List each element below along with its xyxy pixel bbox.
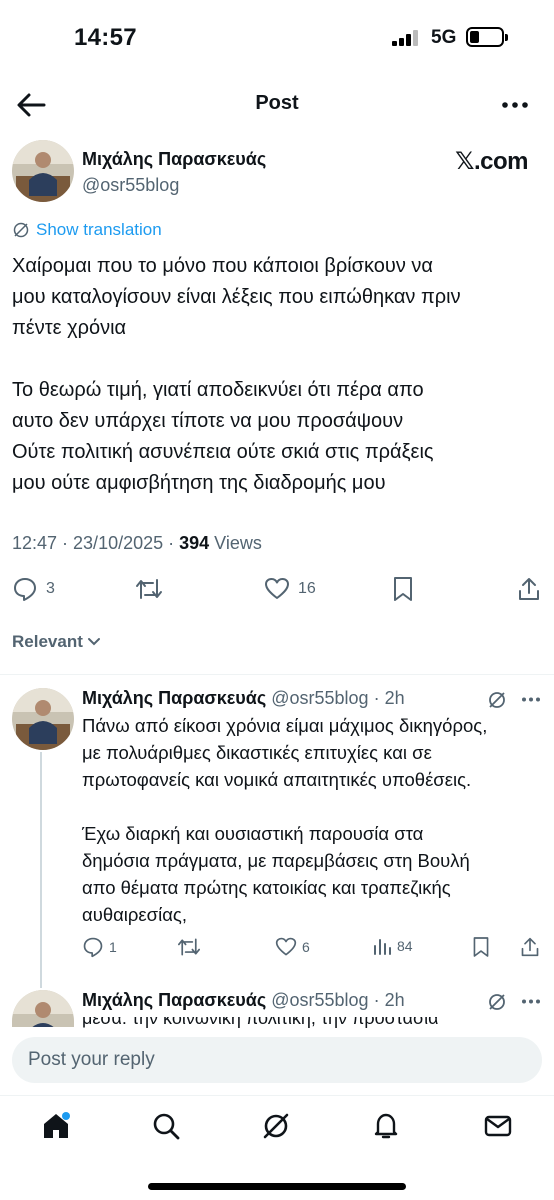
reply-author[interactable]: Μιχάλης Παρασκευάς — [82, 990, 266, 1010]
reply-line — [82, 793, 542, 820]
repost-button[interactable] — [176, 936, 202, 958]
reply-button[interactable]: 1 — [82, 936, 117, 958]
grok-icon[interactable] — [487, 992, 507, 1012]
reply-line: πρωτοφανείς και νομικά απαιτητικές υποθέ… — [82, 769, 472, 790]
reply-count: 1 — [109, 939, 117, 955]
page-title: Post — [255, 92, 299, 114]
home-indicator — [148, 1183, 406, 1190]
messages-icon[interactable] — [482, 1110, 514, 1142]
reply-handle[interactable]: @osr55blog — [271, 990, 368, 1010]
sort-label: Relevant — [12, 632, 83, 651]
like-icon — [275, 937, 297, 956]
post-line: μου καταλογίσουν είναι λέξεις που ειπώθη… — [12, 286, 461, 308]
post-text: Χαίρομαι που το μόνο που κάποιοι βρίσκου… — [12, 251, 542, 499]
notifications-icon[interactable] — [370, 1110, 402, 1142]
post-line: αυτο δεν υπάρχει τίποτε να μου προσάψουν — [12, 410, 404, 432]
share-icon — [519, 578, 539, 600]
grok-icon[interactable] — [260, 1110, 292, 1142]
reply-line: αυθαιρεσίας, — [82, 904, 187, 925]
status-time: 14:57 — [74, 24, 137, 51]
chevron-down-icon — [87, 638, 100, 646]
post-line: Το θεωρώ τιμή, γιατί αποδεικνύει ότι πέρ… — [12, 379, 424, 401]
like-count: 16 — [298, 580, 316, 597]
share-button[interactable] — [520, 936, 540, 958]
reply-actions: 1 6 84 — [0, 934, 554, 962]
reply-header: Μιχάλης Παρασκευάς @osr55blog · 2h — [82, 688, 405, 709]
reply-line: με πολυάριθμες δικαστικές επιτυχίες και … — [82, 742, 432, 763]
post-line — [12, 344, 542, 375]
post-timestamp[interactable]: 12:47 · 23/10/2025 · — [12, 533, 179, 553]
share-icon — [521, 937, 539, 957]
show-translation-link[interactable]: Show translation — [12, 220, 162, 240]
reply-time[interactable]: · 2h — [374, 688, 405, 708]
bookmark-button[interactable] — [392, 576, 414, 602]
reply-header: Μιχάλης Παρασκευάς @osr55blog · 2h — [82, 990, 405, 1011]
reply-line: Έχω διαρκή και ουσιαστική παρουσία στα — [82, 823, 424, 844]
avatar[interactable] — [12, 990, 74, 1027]
avatar[interactable] — [12, 688, 74, 750]
post-actions: 3 16 — [0, 574, 554, 604]
repost-button[interactable] — [134, 576, 164, 602]
post-line: Χαίρομαι που το μόνο που κάποιοι βρίσκου… — [12, 255, 433, 277]
bookmark-icon — [394, 577, 412, 601]
like-button[interactable]: 16 — [264, 576, 316, 602]
post-line: Ούτε πολιτική ασυνέπεια ούτε σκιά στις π… — [12, 441, 434, 463]
reply-line: απο θέματα πρώτης κατοικίας και τραπεζικ… — [82, 877, 451, 898]
like-button[interactable]: 6 — [275, 936, 310, 958]
views-button[interactable]: 84 — [372, 936, 413, 956]
reply-text: Πάνω από είκοσι χρόνια είμαι μάχιμος δικ… — [82, 712, 542, 928]
network-label: 5G — [431, 27, 457, 48]
grok-icon[interactable] — [487, 690, 507, 710]
reply-button[interactable]: 3 — [12, 576, 55, 602]
more-icon[interactable] — [522, 697, 540, 702]
home-icon[interactable] — [40, 1110, 72, 1142]
signal-icon — [392, 30, 422, 46]
repost-icon — [136, 579, 162, 599]
source-watermark: 𝕏.com — [455, 148, 528, 175]
like-icon — [265, 578, 289, 599]
like-count: 6 — [302, 939, 310, 955]
show-translation-label: Show translation — [36, 220, 162, 239]
views-count: 394 — [179, 533, 210, 553]
divider — [0, 674, 554, 675]
sort-selector[interactable]: Relevant — [12, 632, 101, 652]
reply-time[interactable]: · 2h — [374, 990, 405, 1010]
reply-handle[interactable]: @osr55blog — [271, 688, 368, 708]
bookmark-icon — [473, 937, 489, 957]
post-header: Post — [0, 80, 554, 130]
post-handle[interactable]: @osr55blog — [82, 175, 179, 196]
post-meta: 12:47 · 23/10/2025 · 394 Views — [12, 533, 262, 554]
translate-icon — [13, 222, 29, 238]
reply-author[interactable]: Μιχάλης Παρασκευάς — [82, 688, 266, 708]
repost-icon — [178, 938, 200, 956]
status-bar: 14:57 5G — [0, 0, 554, 80]
avatar[interactable] — [12, 140, 74, 202]
views-label: Views — [209, 533, 262, 553]
bookmark-button[interactable] — [472, 936, 490, 958]
post-line: πέντε χρόνια — [12, 317, 127, 339]
reply-icon — [83, 937, 103, 958]
bottom-nav — [0, 1095, 554, 1155]
battery-icon — [466, 27, 508, 47]
views-count: 84 — [397, 938, 413, 954]
more-icon[interactable] — [502, 102, 528, 108]
more-icon[interactable] — [522, 999, 540, 1004]
share-button[interactable] — [517, 576, 541, 602]
reply-icon — [14, 578, 36, 601]
reply-line: δημόσια πράγματα, με παρεμβάσεις στη Βου… — [82, 850, 470, 871]
reply-input[interactable] — [12, 1037, 542, 1083]
analytics-icon — [374, 939, 391, 955]
reply-composer[interactable] — [12, 1037, 542, 1083]
post-line: μου ούτε αμφισβήτηση της διαδρομής μου — [12, 472, 386, 494]
reply-line: μέσα: την κοινωνική πολιτική, την προστα… — [82, 1017, 439, 1028]
reply-line: Πάνω από είκοσι χρόνια είμαι μάχιμος δικ… — [82, 715, 488, 736]
post-author[interactable]: Μιχάλης Παρασκευάς — [82, 149, 266, 170]
reply-count: 3 — [46, 580, 55, 597]
reply-text-partial: μέσα: την κοινωνική πολιτική, την προστα… — [82, 1017, 439, 1029]
search-icon[interactable] — [150, 1110, 182, 1142]
